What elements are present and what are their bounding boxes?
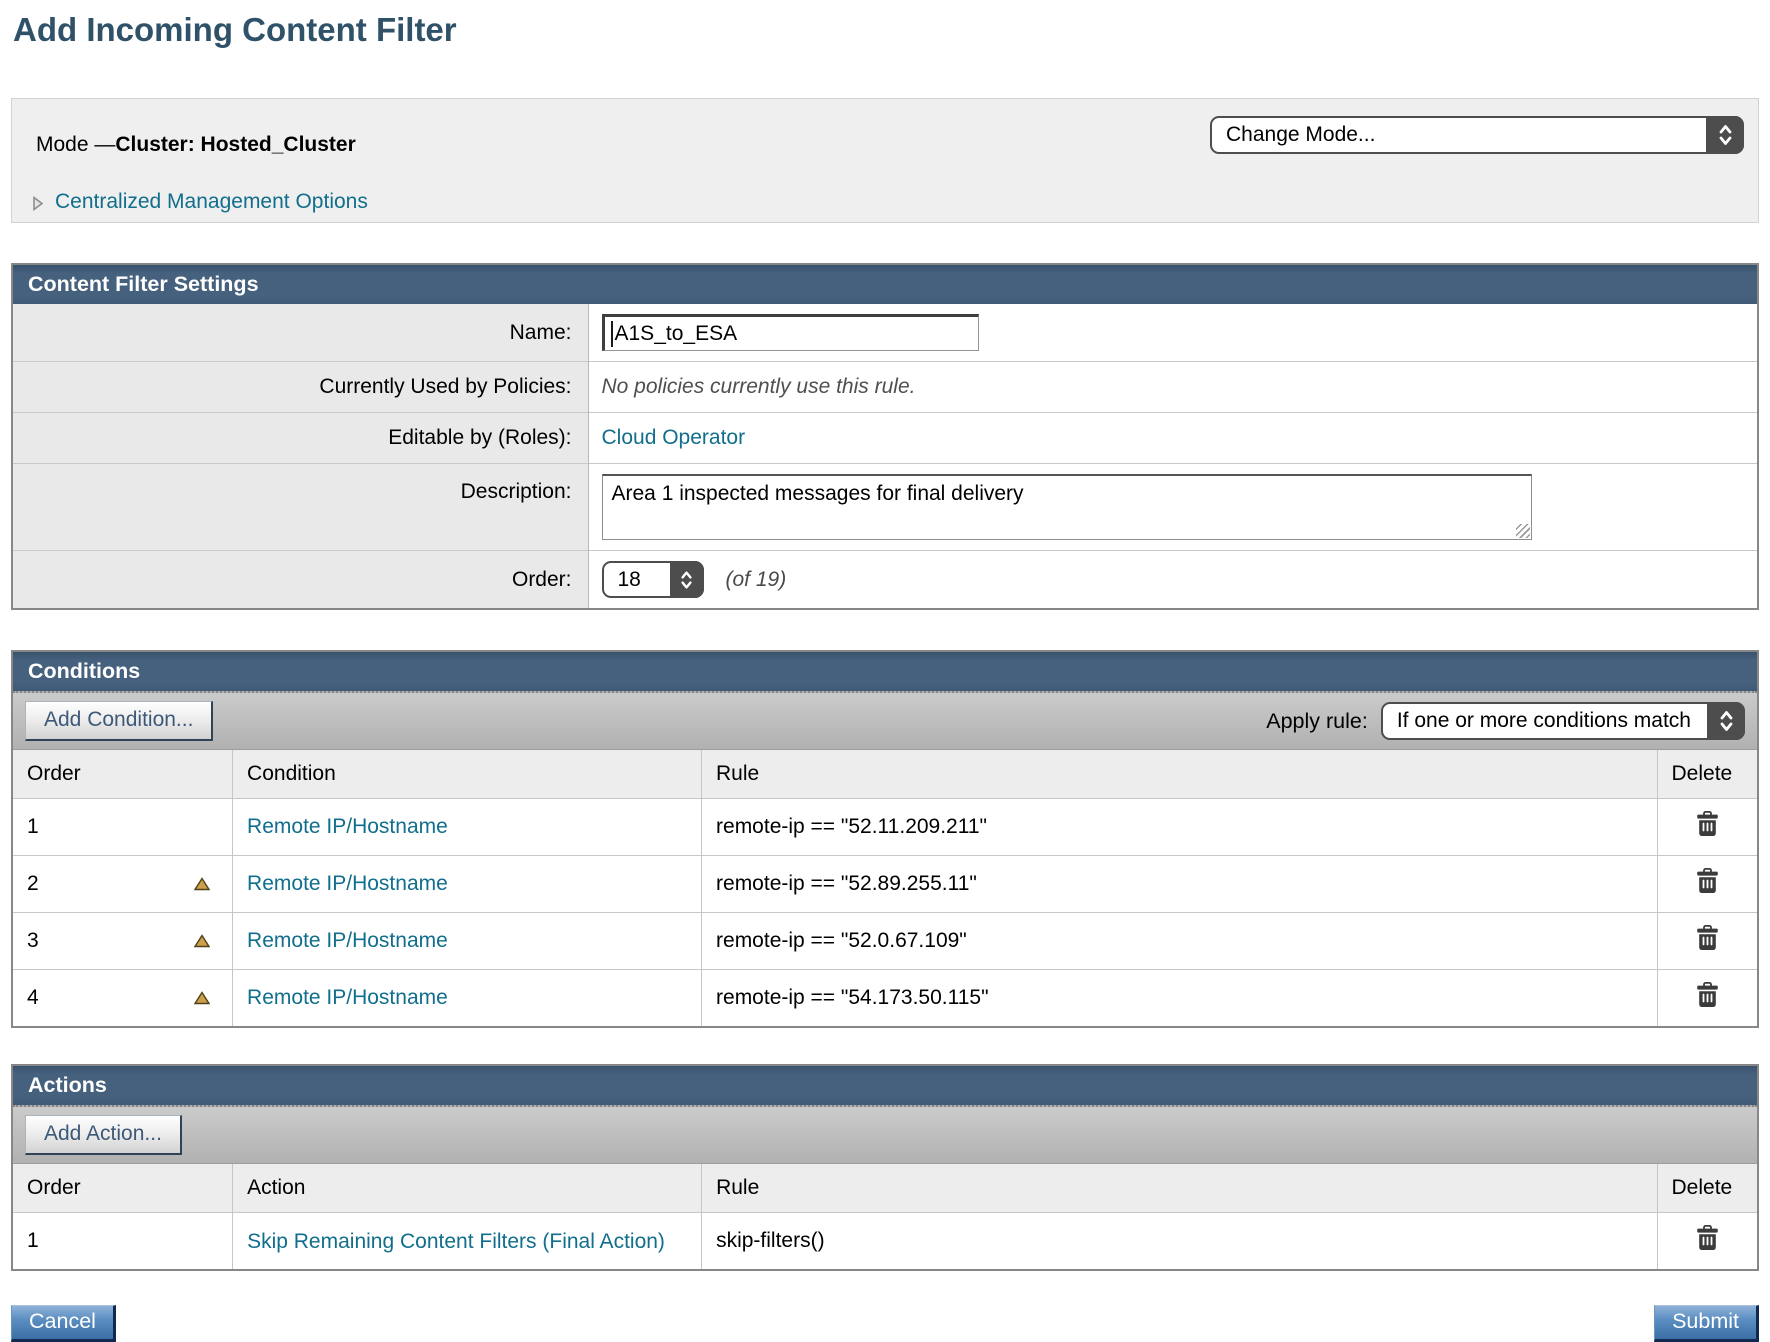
- condition-link[interactable]: Remote IP/Hostname: [247, 872, 448, 895]
- page-title: Add Incoming Content Filter: [13, 10, 1759, 50]
- conditions-panel-title: Conditions: [13, 652, 1757, 691]
- name-input[interactable]: A1S_to_ESA: [602, 314, 979, 351]
- condition-link[interactable]: Remote IP/Hostname: [247, 815, 448, 838]
- condition-link[interactable]: Remote IP/Hostname: [247, 986, 448, 1009]
- settings-table: Name: A1S_to_ESA Currently Used by Polic…: [13, 304, 1757, 608]
- row-order: 3: [27, 929, 39, 952]
- add-action-button[interactable]: Add Action...: [25, 1115, 182, 1155]
- updown-stepper-icon: [670, 561, 704, 598]
- col-delete: Delete: [1657, 1164, 1757, 1213]
- actions-table: Order Action Rule Delete 1 Skip Remainin…: [13, 1164, 1757, 1269]
- action-row: 1 Skip Remaining Content Filters (Final …: [13, 1213, 1757, 1270]
- col-order: Order: [13, 750, 233, 799]
- actions-header-row: Order Action Rule Delete: [13, 1164, 1757, 1213]
- order-row: Order: 18 (of 19): [13, 551, 1757, 609]
- mode-panel: Mode —Cluster: Hosted_Cluster Change Mod…: [11, 98, 1759, 223]
- change-mode-selected-value: Change Mode...: [1226, 123, 1375, 147]
- page: Add Incoming Content Filter Mode —Cluste…: [0, 10, 1770, 1342]
- up-arrow-icon[interactable]: [194, 878, 210, 891]
- submit-button[interactable]: Submit: [1654, 1305, 1759, 1342]
- text-caret: [611, 321, 613, 347]
- row-order: 2: [27, 872, 39, 895]
- cloud-operator-link[interactable]: Cloud Operator: [602, 426, 746, 449]
- add-condition-button[interactable]: Add Condition...: [25, 701, 213, 741]
- apply-rule-group: Apply rule: If one or more conditions ma…: [1266, 702, 1745, 740]
- action-link[interactable]: Skip Remaining Content Filters (Final Ac…: [247, 1228, 665, 1255]
- name-label: Name:: [13, 304, 588, 362]
- centralized-management-options-label: Centralized Management Options: [55, 190, 368, 214]
- condition-row: 3 Remote IP/Hostname remote-ip == "52.0.…: [13, 913, 1757, 970]
- up-arrow-icon[interactable]: [194, 992, 210, 1005]
- trash-icon[interactable]: [1696, 811, 1719, 837]
- editable-row: Editable by (Roles): Cloud Operator: [13, 413, 1757, 464]
- col-delete: Delete: [1657, 750, 1757, 799]
- description-value: Area 1 inspected messages for final deli…: [612, 482, 1024, 505]
- description-textarea[interactable]: Area 1 inspected messages for final deli…: [602, 474, 1532, 540]
- apply-rule-select[interactable]: If one or more conditions match: [1381, 702, 1745, 740]
- editable-roles-label: Editable by (Roles):: [13, 413, 588, 464]
- mode-label: Mode —: [36, 133, 115, 156]
- trash-icon[interactable]: [1696, 868, 1719, 894]
- settings-panel-title: Content Filter Settings: [13, 265, 1757, 304]
- apply-rule-selected-value: If one or more conditions match: [1397, 709, 1691, 733]
- trash-icon[interactable]: [1696, 925, 1719, 951]
- conditions-table: Order Condition Rule Delete 1 Remote IP/…: [13, 750, 1757, 1026]
- policies-row: Currently Used by Policies: No policies …: [13, 362, 1757, 413]
- condition-rule: remote-ip == "52.89.255.11": [702, 856, 1657, 913]
- action-rule: skip-filters(): [702, 1213, 1657, 1270]
- trash-icon[interactable]: [1696, 1225, 1719, 1251]
- footer: Cancel Submit: [11, 1305, 1759, 1342]
- mode-line: Mode —Cluster: Hosted_Cluster: [36, 133, 356, 157]
- name-input-value: A1S_to_ESA: [615, 322, 738, 346]
- conditions-toolbar: Add Condition... Apply rule: If one or m…: [13, 691, 1757, 750]
- triangle-right-icon: [32, 195, 44, 212]
- apply-rule-label: Apply rule:: [1266, 709, 1368, 734]
- mode-value: Cluster: Hosted_Cluster: [115, 133, 355, 156]
- policies-value: No policies currently use this rule.: [602, 375, 916, 398]
- conditions-header-row: Order Condition Rule Delete: [13, 750, 1757, 799]
- col-rule: Rule: [702, 750, 1657, 799]
- description-row: Description: Area 1 inspected messages f…: [13, 464, 1757, 551]
- order-total-note: (of 19): [726, 568, 787, 592]
- resize-grip-icon[interactable]: [1516, 524, 1530, 538]
- col-action: Action: [233, 1164, 702, 1213]
- order-selected-value: 18: [618, 568, 641, 592]
- order-label: Order:: [13, 551, 588, 609]
- condition-link[interactable]: Remote IP/Hostname: [247, 929, 448, 952]
- col-rule: Rule: [702, 1164, 1657, 1213]
- col-condition: Condition: [233, 750, 702, 799]
- actions-toolbar: Add Action...: [13, 1105, 1757, 1164]
- condition-rule: remote-ip == "54.173.50.115": [702, 970, 1657, 1027]
- row-order: 1: [27, 815, 39, 838]
- condition-rule: remote-ip == "52.0.67.109": [702, 913, 1657, 970]
- conditions-panel: Conditions Add Condition... Apply rule: …: [11, 650, 1759, 1028]
- condition-rule: remote-ip == "52.11.209.211": [702, 799, 1657, 856]
- actions-panel: Actions Add Action... Order Action Rule …: [11, 1064, 1759, 1271]
- row-order: 1: [27, 1229, 39, 1252]
- cancel-button[interactable]: Cancel: [11, 1305, 116, 1342]
- row-order: 4: [27, 986, 39, 1009]
- change-mode-select[interactable]: Change Mode...: [1210, 116, 1744, 154]
- order-select[interactable]: 18: [602, 561, 704, 598]
- condition-row: 4 Remote IP/Hostname remote-ip == "54.17…: [13, 970, 1757, 1027]
- condition-row: 1 Remote IP/Hostname remote-ip == "52.11…: [13, 799, 1757, 856]
- name-row: Name: A1S_to_ESA: [13, 304, 1757, 362]
- updown-stepper-icon: [1707, 702, 1745, 740]
- content-filter-settings-panel: Content Filter Settings Name: A1S_to_ESA…: [11, 263, 1759, 610]
- policies-label: Currently Used by Policies:: [13, 362, 588, 413]
- condition-row: 2 Remote IP/Hostname remote-ip == "52.89…: [13, 856, 1757, 913]
- description-label: Description:: [13, 464, 588, 551]
- actions-panel-title: Actions: [13, 1066, 1757, 1105]
- centralized-management-options-link[interactable]: Centralized Management Options: [32, 190, 368, 214]
- col-order: Order: [13, 1164, 233, 1213]
- updown-stepper-icon: [1706, 116, 1744, 154]
- trash-icon[interactable]: [1696, 982, 1719, 1008]
- up-arrow-icon[interactable]: [194, 935, 210, 948]
